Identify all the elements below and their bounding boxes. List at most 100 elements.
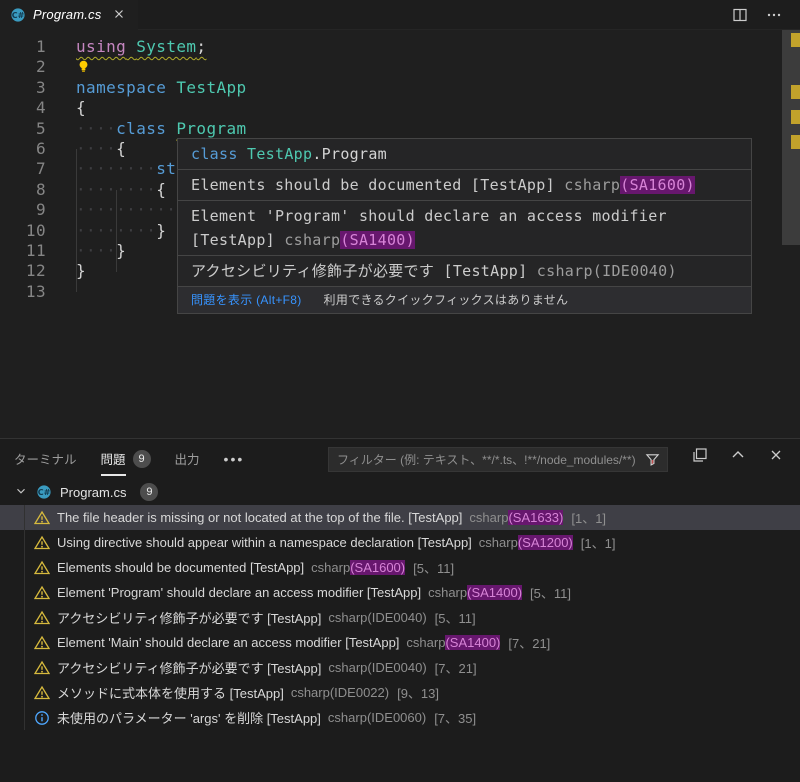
line-number: 2: [35, 57, 46, 77]
code-line[interactable]: 1 using System;: [0, 37, 780, 57]
warning-icon: [33, 660, 51, 674]
problem-row[interactable]: Elements should be documented [TestApp] c…: [0, 555, 800, 580]
warning-marker: [791, 33, 800, 47]
problem-source: csharp: [428, 585, 468, 600]
warning-icon: [33, 610, 51, 624]
code-token: }: [156, 220, 167, 240]
problem-source: csharp: [469, 510, 509, 525]
problem-source: csharp: [328, 660, 368, 675]
problem-position: [5、11]: [434, 611, 476, 626]
code-line[interactable]: 5 ····class Program: [0, 119, 780, 139]
filter-funnel-icon[interactable]: [645, 452, 661, 468]
code-token: ····: [76, 138, 117, 158]
warning-icon: [33, 685, 51, 699]
code-token: ;: [196, 37, 207, 56]
problem-message: Element 'Main' should declare an access …: [57, 635, 400, 650]
problems-file-group[interactable]: C# Program.cs 9: [0, 479, 800, 505]
filter-input[interactable]: [337, 452, 645, 467]
problem-position: [9、13]: [397, 686, 440, 701]
warning-icon: [33, 660, 51, 676]
code-token: ····: [76, 240, 117, 260]
line-text: using System;: [46, 37, 206, 57]
code-line[interactable]: 4{: [0, 98, 780, 118]
tab-close-icon[interactable]: [112, 7, 128, 23]
group-file-name: Program.cs: [60, 484, 127, 500]
panel-more-tabs-icon[interactable]: •••: [224, 451, 245, 467]
panel-tab-label: 問題: [100, 445, 126, 476]
problem-source: csharp: [478, 535, 518, 550]
problem-row[interactable]: Element 'Program' should declare an acce…: [0, 580, 800, 605]
line-text: [46, 57, 91, 77]
line-text: namespace TestApp: [46, 78, 247, 98]
problem-source: csharp: [311, 560, 351, 575]
line-text: ····class Program: [46, 119, 247, 139]
maximize-panel-icon[interactable]: [730, 447, 746, 463]
line-number: 12: [25, 261, 46, 281]
problem-row[interactable]: アクセシビリティ修飾子が必要です [TestApp] csharp (IDE0040…: [0, 605, 800, 630]
line-text: ········{: [46, 180, 166, 200]
problem-position: [7、35]: [434, 711, 477, 726]
code-token: }: [76, 261, 87, 281]
close-panel-icon[interactable]: [768, 447, 784, 463]
line-number: 8: [35, 179, 46, 199]
problem-row[interactable]: アクセシビリティ修飾子が必要です [TestApp] csharp (IDE0040…: [0, 655, 800, 680]
csharp-file-icon: C#: [10, 7, 26, 23]
code-token: Program: [176, 118, 247, 138]
code-token: ········: [76, 179, 157, 199]
problem-message: Using directive should appear within a n…: [57, 535, 472, 550]
code-line[interactable]: 3 namespace TestApp: [0, 78, 780, 98]
line-number: 1: [35, 37, 46, 56]
warning-icon: [33, 635, 51, 649]
tab-program-cs[interactable]: C# Program.cs: [0, 0, 139, 30]
lightbulb-icon[interactable]: [76, 59, 91, 74]
problem-position: [5、11]: [530, 586, 571, 601]
diagnostic-code: (SA1600): [620, 176, 695, 194]
problem-row[interactable]: Using directive should appear within a n…: [0, 530, 800, 555]
code-line[interactable]: 2: [0, 57, 780, 77]
problem-row[interactable]: メソッドに式本体を使用する [TestApp] csharp (IDE0022) [9…: [0, 680, 800, 705]
panel-tab-problems[interactable]: 問題 9: [100, 445, 151, 476]
code-token: class: [191, 145, 238, 163]
hover-status-bar: 問題を表示 (Alt+F8) 利用できるクイックフィックスはありません: [178, 287, 751, 313]
problem-code: (SA1400): [445, 635, 501, 650]
code-token: .Program: [312, 145, 387, 163]
problem-row[interactable]: The file header is missing or not locate…: [0, 505, 800, 530]
problem-source: csharp: [327, 710, 367, 725]
code-token: TestApp: [247, 145, 313, 163]
line-number: 9: [35, 200, 46, 220]
problem-row[interactable]: Element 'Main' should declare an access …: [0, 630, 800, 655]
code-editor[interactable]: 1 using System; 2 3 namespace TestApp 4{5 ····…: [0, 30, 800, 438]
warning-icon: [33, 510, 51, 526]
lightbulb-icon[interactable]: [76, 59, 91, 78]
problem-code: (IDE0022): [329, 685, 390, 700]
open-in-editor-icon[interactable]: [692, 447, 708, 463]
line-number: 11: [25, 240, 46, 260]
diagnostic-message: Element 'Program' should declare an acce…: [191, 207, 667, 249]
problem-position: [7、21]: [508, 636, 551, 651]
warning-icon: [33, 685, 51, 701]
editor-tab-bar: C# Program.cs: [0, 0, 800, 30]
code-token: {: [76, 98, 87, 118]
view-problem-link[interactable]: 問題を表示 (Alt+F8): [191, 292, 302, 308]
problem-row[interactable]: 未使用のパラメーター 'args' を削除 [TestApp] csharp (ID…: [0, 705, 800, 730]
line-number: 13: [25, 281, 46, 301]
line-number: 3: [35, 77, 46, 97]
code-token: TestApp: [176, 77, 247, 97]
line-text: }: [46, 261, 86, 281]
code-token: ········: [76, 159, 157, 179]
panel-tab-label: 出力: [174, 452, 200, 467]
line-text: ····}: [46, 241, 126, 261]
split-editor-icon[interactable]: [732, 7, 748, 23]
more-actions-icon[interactable]: [766, 7, 782, 23]
code-token: {: [156, 179, 167, 199]
svg-text:C#: C#: [12, 11, 25, 20]
code-token: ········: [76, 220, 157, 240]
warning-icon: [33, 510, 51, 524]
panel-tab-other[interactable]: 出力: [175, 445, 200, 474]
warning-icon: [33, 585, 51, 599]
panel-tab-other[interactable]: ターミナル: [14, 445, 77, 474]
editor-scrollbar[interactable]: [782, 30, 800, 438]
problem-message: Element 'Program' should declare an acce…: [57, 585, 422, 600]
code-token: st: [156, 159, 177, 179]
